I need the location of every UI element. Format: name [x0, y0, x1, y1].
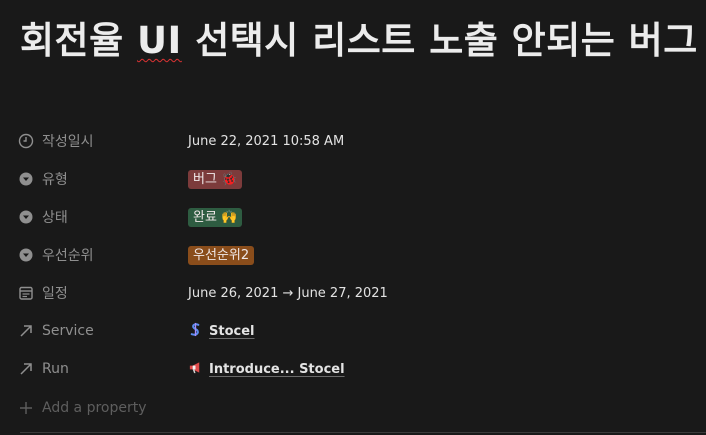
- property-row-type[interactable]: 유형 버그 🐞: [18, 162, 688, 196]
- property-value[interactable]: Stocel: [188, 322, 255, 341]
- plus-icon: [18, 400, 34, 416]
- property-name: 작성일시: [42, 134, 94, 150]
- property-row-priority[interactable]: 우선순위 우선순위2: [18, 238, 688, 272]
- calendar-icon: [18, 285, 34, 301]
- property-value: June 22, 2021 10:58 AM: [188, 134, 344, 149]
- property-name: 상태: [42, 210, 68, 226]
- property-value[interactable]: 우선순위2: [188, 245, 255, 265]
- property-value[interactable]: 완료 🙌: [188, 207, 243, 227]
- title-text-ui: UI: [137, 19, 182, 62]
- divider: [20, 432, 706, 433]
- property-row-schedule[interactable]: 일정 June 26, 2021 → June 27, 2021: [18, 276, 688, 310]
- type-tag[interactable]: 버그 🐞: [188, 169, 243, 189]
- property-value[interactable]: June 26, 2021 → June 27, 2021: [188, 286, 388, 301]
- schedule-date-range[interactable]: June 26, 2021 → June 27, 2021: [188, 286, 388, 301]
- add-property-button[interactable]: Add a property: [18, 391, 688, 425]
- arrow-up-right-icon: [18, 323, 34, 339]
- property-label[interactable]: 일정: [18, 283, 188, 303]
- service-relation-link[interactable]: Stocel: [209, 324, 255, 339]
- select-icon: [18, 209, 34, 225]
- stocel-logo-icon: [188, 322, 203, 341]
- property-value[interactable]: Introduce... Stocel: [188, 360, 345, 379]
- page-title[interactable]: 회전율 UI 선택시 리스트 노출 안되는 버그: [20, 18, 700, 64]
- property-name: 일정: [42, 286, 68, 302]
- property-label[interactable]: Service: [18, 323, 188, 339]
- property-row-run[interactable]: Run Introduce... Stocel: [18, 352, 688, 386]
- arrow-up-right-icon: [18, 361, 34, 377]
- add-property-text: Add a property: [42, 400, 147, 416]
- title-text: 선택시 리스트 노출 안되는 버그: [181, 19, 698, 62]
- clock-icon: [18, 133, 34, 149]
- title-text: 회전율: [20, 19, 138, 62]
- property-name: Service: [42, 323, 94, 339]
- property-name: 유형: [42, 172, 68, 188]
- property-name: 우선순위: [42, 248, 94, 264]
- property-name: Run: [42, 361, 69, 377]
- property-row-service[interactable]: Service Stocel: [18, 314, 688, 348]
- select-icon: [18, 247, 34, 263]
- property-label[interactable]: 우선순위: [18, 245, 188, 265]
- property-label[interactable]: 작성일시: [18, 131, 188, 151]
- created-time-value: June 22, 2021 10:58 AM: [188, 133, 345, 149]
- status-tag[interactable]: 완료 🙌: [188, 207, 243, 227]
- property-row-created-time[interactable]: 작성일시 June 22, 2021 10:58 AM: [18, 124, 688, 158]
- property-value[interactable]: 버그 🐞: [188, 169, 243, 189]
- select-icon: [18, 171, 34, 187]
- priority-tag[interactable]: 우선순위2: [188, 245, 255, 265]
- property-label[interactable]: Run: [18, 361, 188, 377]
- add-property-label[interactable]: Add a property: [18, 400, 147, 416]
- run-relation-link[interactable]: Introduce... Stocel: [209, 362, 345, 377]
- property-label[interactable]: 상태: [18, 207, 188, 227]
- megaphone-icon: [188, 360, 203, 379]
- property-row-status[interactable]: 상태 완료 🙌: [18, 200, 688, 234]
- property-label[interactable]: 유형: [18, 169, 188, 189]
